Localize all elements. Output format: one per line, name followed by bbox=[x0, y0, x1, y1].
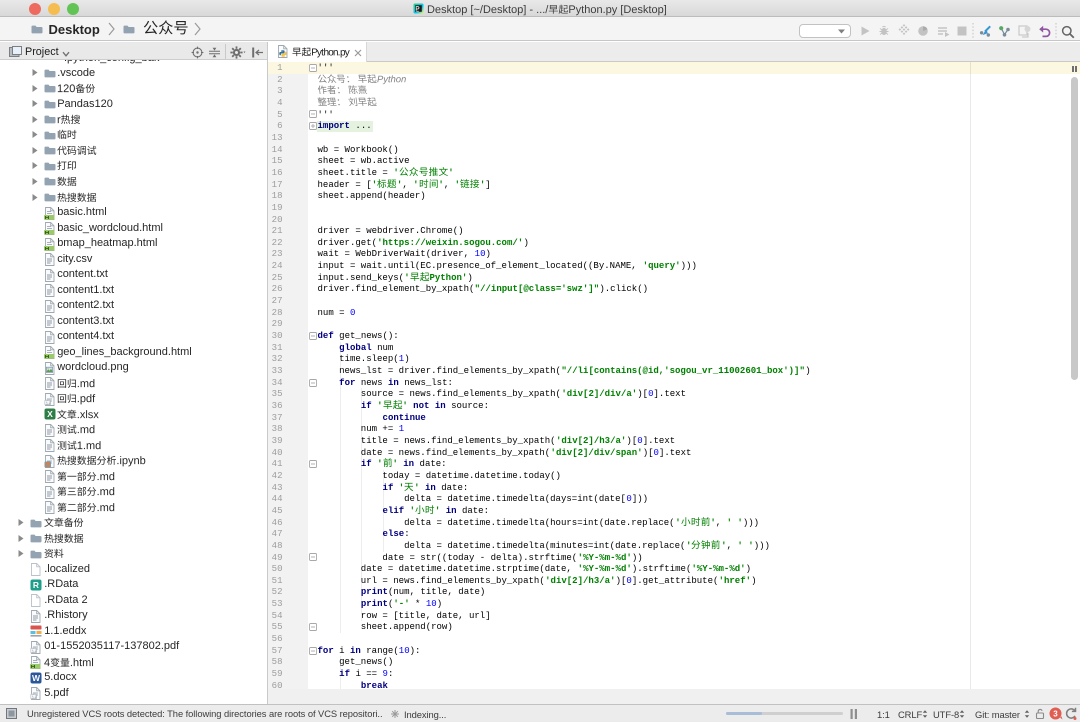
svg-text:R: R bbox=[32, 580, 38, 590]
svg-text:X: X bbox=[47, 409, 53, 419]
svg-text:W: W bbox=[31, 673, 40, 683]
svg-text:3: 3 bbox=[1053, 709, 1058, 718]
